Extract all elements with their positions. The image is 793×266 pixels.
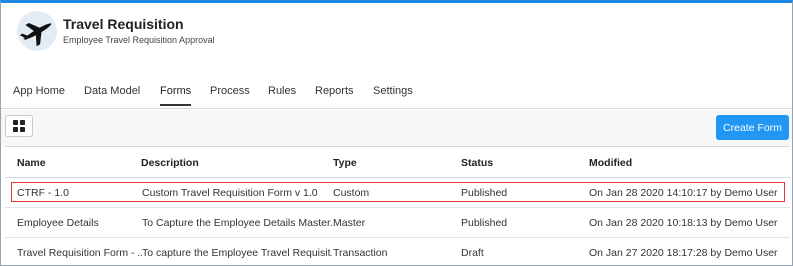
column-header-type[interactable]: Type [333, 157, 357, 169]
cell-type: Master [333, 217, 366, 229]
tab-data-model[interactable]: Data Model [84, 85, 140, 104]
cell-type: Transaction [333, 247, 388, 259]
cell-description: To capture the Employee Travel Requisit.… [142, 247, 332, 259]
cell-name[interactable]: Employee Details [17, 217, 137, 229]
app-subtitle: Employee Travel Requisition Approval [63, 35, 215, 45]
forms-table: Name Description Type Status Modified CT… [5, 146, 790, 266]
cell-name[interactable]: Travel Requisition Form - ... [17, 247, 142, 259]
create-form-button[interactable]: Create Form [716, 115, 789, 140]
grid-view-button[interactable] [5, 115, 33, 137]
tab-app-home[interactable]: App Home [13, 85, 65, 104]
table-row[interactable]: Employee Details To Capture the Employee… [5, 208, 790, 238]
app-header: Travel Requisition Employee Travel Requi… [1, 3, 792, 61]
toolbar: Create Form [1, 110, 792, 146]
cell-status: Draft [461, 247, 484, 259]
column-header-name[interactable]: Name [17, 157, 46, 169]
app-title: Travel Requisition [63, 16, 184, 32]
cell-modified: On Jan 27 2020 18:17:28 by Demo User [589, 247, 778, 259]
grid-view-icon [13, 120, 25, 132]
cell-modified: On Jan 28 2020 10:18:13 by Demo User [589, 217, 778, 229]
table-row[interactable]: Travel Requisition Form - ... To capture… [5, 238, 790, 266]
tab-process[interactable]: Process [210, 85, 250, 104]
airplane-icon [17, 11, 57, 51]
cell-description: To Capture the Employee Details Master..… [142, 217, 332, 229]
table-header: Name Description Type Status Modified [5, 147, 790, 178]
tab-reports[interactable]: Reports [315, 85, 354, 104]
column-header-modified[interactable]: Modified [589, 157, 632, 169]
tab-rules[interactable]: Rules [268, 85, 296, 104]
tab-bar: App Home Data Model Forms Process Rules … [1, 73, 792, 109]
app-window: Travel Requisition Employee Travel Requi… [0, 0, 793, 266]
tab-settings[interactable]: Settings [373, 85, 413, 104]
tab-forms[interactable]: Forms [160, 85, 192, 106]
cell-status: Published [461, 217, 508, 229]
column-header-status[interactable]: Status [461, 157, 493, 169]
row-highlight-box [11, 182, 785, 202]
column-header-description[interactable]: Description [141, 157, 199, 169]
